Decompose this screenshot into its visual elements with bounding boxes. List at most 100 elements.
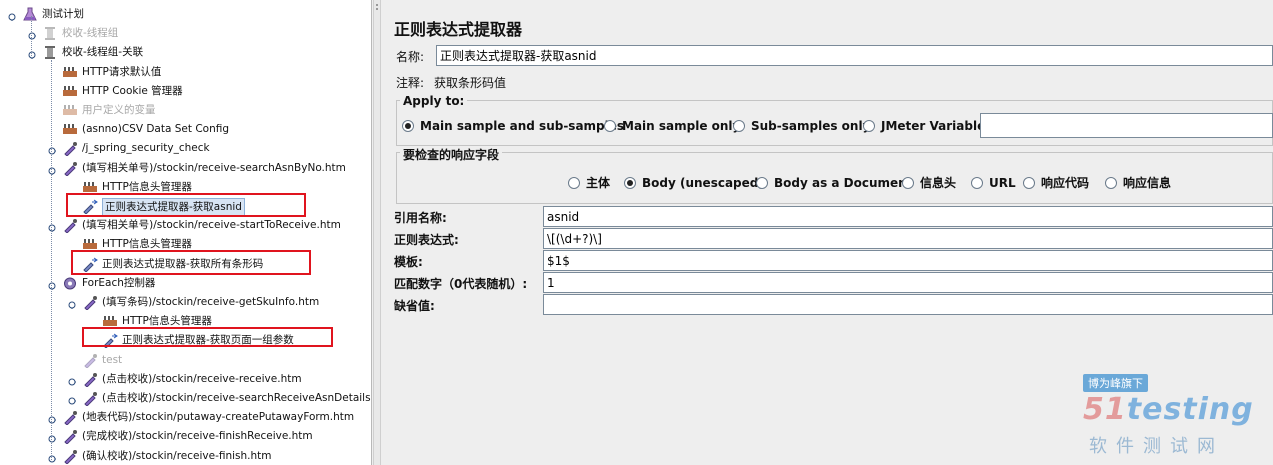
expand-handle-icon[interactable] bbox=[48, 280, 56, 290]
red-highlight-box bbox=[82, 327, 333, 347]
watermark-logo: 51testing bbox=[1083, 392, 1254, 427]
radio-button-icon bbox=[863, 120, 875, 132]
tree-connector bbox=[31, 16, 32, 56]
collapse-handle-icon[interactable] bbox=[68, 376, 76, 386]
response-field-title: 要检查的响应字段 bbox=[400, 146, 503, 163]
tree-node[interactable]: 用户定义的变量 bbox=[0, 101, 371, 120]
tree-node[interactable]: (填写条码)/stockin/receive-getSkuInfo.htm bbox=[0, 293, 371, 312]
collapse-handle-icon[interactable] bbox=[48, 433, 56, 443]
tree-node-label: (asnno)CSV Data Set Config bbox=[82, 123, 230, 136]
template-field[interactable] bbox=[543, 250, 1273, 271]
tree-node-label: (确认校收)/stockin/receive-finish.htm bbox=[82, 449, 272, 462]
match-number-label: 匹配数字（0代表随机）: bbox=[394, 277, 528, 291]
ref-name-label: 引用名称: bbox=[394, 211, 447, 225]
test-plan-tree[interactable]: 测试计划校收-线程组校收-线程组-关联 HTTP请求默认值 HTTP Cookie … bbox=[0, 0, 372, 465]
name-label: 名称: bbox=[396, 50, 425, 64]
flask-icon bbox=[22, 7, 38, 22]
expand-handle-icon[interactable] bbox=[28, 49, 36, 60]
collapse-handle-icon[interactable] bbox=[68, 395, 76, 405]
radio-button-icon bbox=[568, 177, 580, 189]
pipette-icon bbox=[62, 161, 78, 177]
tree-node-label: 用户定义的变量 bbox=[82, 104, 156, 116]
tree-node-label: (填写相关单号)/stockin/receive-searchAsnByNo.h… bbox=[82, 161, 346, 174]
comment-label: 注释: bbox=[396, 76, 425, 90]
watermark: 博为峰旗下 51testing 软件测试网 bbox=[1079, 372, 1259, 462]
tree-node-label: (地表代码)/stockin/putaway-createPutawayForm… bbox=[82, 411, 355, 424]
radio-button-icon bbox=[733, 120, 745, 132]
tree-node-label: HTTP请求默认值 bbox=[82, 65, 162, 78]
tree-node-label: (填写条码)/stockin/receive-getSkuInfo.htm bbox=[102, 296, 320, 308]
tree-node-label: /j_spring_security_check bbox=[82, 142, 210, 155]
red-highlight-box bbox=[66, 193, 306, 217]
collapse-handle-icon[interactable] bbox=[48, 414, 56, 424]
jmeter-variable-input[interactable] bbox=[980, 113, 1273, 138]
pipette-icon bbox=[82, 391, 98, 407]
spool-icon bbox=[42, 45, 58, 60]
panel-title: 正则表达式提取器 bbox=[394, 20, 523, 39]
template-label: 模板: bbox=[394, 255, 423, 269]
expand-handle-icon[interactable] bbox=[68, 299, 76, 309]
apply-to-title: Apply to: bbox=[400, 94, 468, 108]
expand-handle-icon[interactable] bbox=[48, 222, 56, 233]
tree-node[interactable]: (点击校收)/stockin/receive-receive.htm bbox=[0, 370, 371, 389]
tree-node[interactable]: (点击校收)/stockin/receive-searchReceiveAsnD… bbox=[0, 389, 372, 408]
radio-button-icon bbox=[604, 120, 616, 132]
wrench-icon bbox=[62, 84, 78, 99]
tree-node-label: 校收-线程组 bbox=[62, 27, 119, 40]
regex-field[interactable] bbox=[543, 228, 1273, 249]
pipette-icon bbox=[82, 372, 98, 388]
tree-node[interactable]: 校收-线程组-关联 bbox=[0, 43, 371, 62]
pipette-icon bbox=[62, 410, 78, 426]
tree-node-label: HTTP Cookie 管理器 bbox=[82, 84, 183, 97]
default-value-label: 缺省值: bbox=[394, 299, 435, 313]
spool-icon bbox=[42, 26, 58, 41]
tree-node[interactable]: (asnno)CSV Data Set Config bbox=[0, 120, 371, 139]
tree-node[interactable]: test bbox=[0, 351, 371, 370]
watermark-subtitle: 软件测试网 bbox=[1089, 436, 1224, 457]
expand-handle-icon[interactable] bbox=[48, 165, 56, 175]
wrench-icon bbox=[62, 65, 78, 80]
pipette-icon bbox=[82, 353, 98, 369]
watermark-tag: 博为峰旗下 bbox=[1083, 374, 1148, 392]
radio-button-icon bbox=[756, 177, 768, 189]
radio-button-icon bbox=[1105, 177, 1117, 189]
tree-node-label: test bbox=[102, 353, 123, 366]
regex-label: 正则表达式: bbox=[394, 233, 459, 247]
tree-node[interactable]: 测试计划 bbox=[0, 5, 371, 24]
name-field[interactable] bbox=[436, 45, 1273, 66]
tree-node-label: 校收-线程组-关联 bbox=[62, 46, 144, 59]
pipette-icon bbox=[62, 141, 78, 158]
tree-node-label: ForEach控制器 bbox=[82, 276, 156, 289]
radio-button-icon bbox=[971, 177, 983, 189]
radio-button-icon bbox=[402, 120, 414, 132]
tree-node-label: 测试计划 bbox=[42, 8, 84, 20]
pipette-icon bbox=[62, 429, 78, 446]
collapse-handle-icon[interactable] bbox=[48, 145, 56, 155]
wrench-icon bbox=[62, 103, 78, 118]
radio-button-icon bbox=[624, 177, 636, 189]
collapse-handle-icon[interactable] bbox=[48, 453, 56, 463]
comment-value[interactable]: 获取条形码值 bbox=[434, 74, 506, 91]
splitter-handle[interactable] bbox=[373, 0, 381, 465]
pipette-icon bbox=[62, 449, 78, 465]
wrench-icon bbox=[62, 122, 78, 137]
tree-node[interactable]: HTTP请求默认值 bbox=[0, 63, 371, 82]
tree-node-label: (完成校收)/stockin/receive-finishReceive.htm bbox=[82, 430, 313, 443]
radio-button-icon bbox=[902, 177, 914, 189]
match-number-field[interactable] bbox=[543, 272, 1273, 293]
red-highlight-box bbox=[71, 250, 311, 275]
tree-node[interactable]: 校收-线程组 bbox=[0, 24, 371, 43]
tree-connector bbox=[51, 60, 52, 460]
default-value-field[interactable] bbox=[543, 294, 1273, 315]
ref-name-field[interactable] bbox=[543, 206, 1273, 227]
pipette-icon bbox=[62, 218, 78, 234]
tree-node-label: (点击校收)/stockin/receive-searchReceiveAsnD… bbox=[102, 392, 372, 404]
regex-extractor-panel: 正则表达式提取器 名称: 注释: 获取条形码值 Apply to: Main s… bbox=[382, 0, 1273, 465]
tree-node-label: (点击校收)/stockin/receive-receive.htm bbox=[102, 372, 302, 385]
tree-node[interactable]: HTTP Cookie 管理器 bbox=[0, 82, 371, 101]
collapse-handle-icon[interactable] bbox=[28, 30, 36, 40]
tree-node-label: (填写相关单号)/stockin/receive-startToReceive.… bbox=[82, 219, 341, 232]
expand-handle-icon[interactable] bbox=[8, 11, 16, 21]
gear-icon bbox=[62, 276, 78, 291]
radio-button-icon bbox=[1023, 177, 1035, 189]
